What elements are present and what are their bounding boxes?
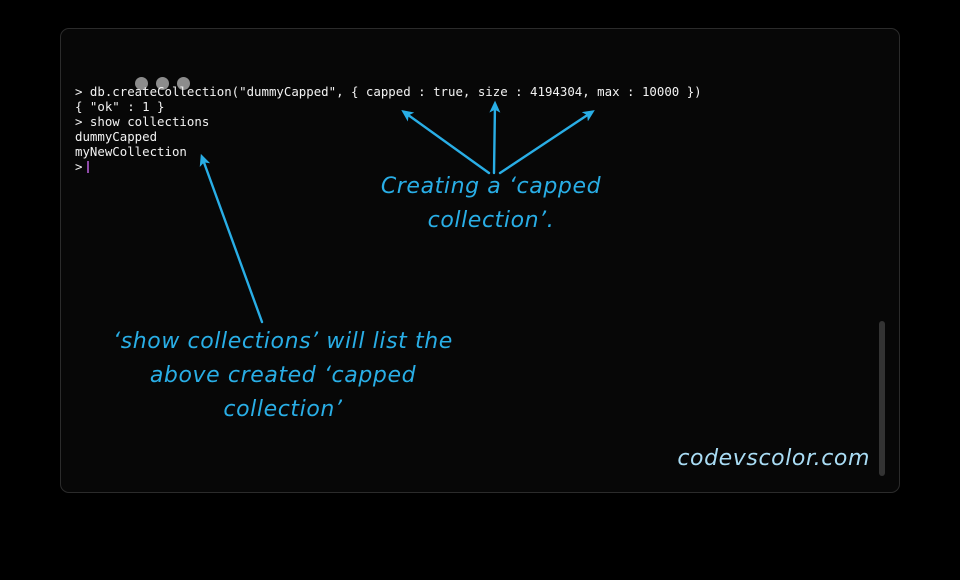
terminal-line-ok-result: { "ok" : 1 }: [75, 99, 165, 114]
site-watermark: codevscolor.com: [677, 446, 870, 471]
annotation-capped-collection: Creating a ‘capped collection’.: [380, 174, 602, 233]
prompt-symbol: >: [75, 159, 83, 174]
screenshot-canvas: > db.createCollection("dummyCapped", { c…: [0, 0, 960, 580]
annotation-show-collections: ‘show collections’ will list the above c…: [113, 329, 453, 422]
terminal-output[interactable]: > db.createCollection("dummyCapped", { c…: [75, 84, 889, 488]
vertical-scrollbar[interactable]: [879, 309, 885, 489]
terminal-line-create-collection: > db.createCollection("dummyCapped", { c…: [75, 84, 702, 99]
terminal-line-my-new-collection: myNewCollection: [75, 144, 187, 159]
terminal-line-dummy-capped: dummyCapped: [75, 129, 158, 144]
scrollbar-thumb[interactable]: [879, 321, 885, 476]
window-titlebar[interactable]: [61, 29, 899, 90]
text-cursor: [87, 161, 90, 173]
terminal-line-show-collections: > show collections: [75, 114, 210, 129]
